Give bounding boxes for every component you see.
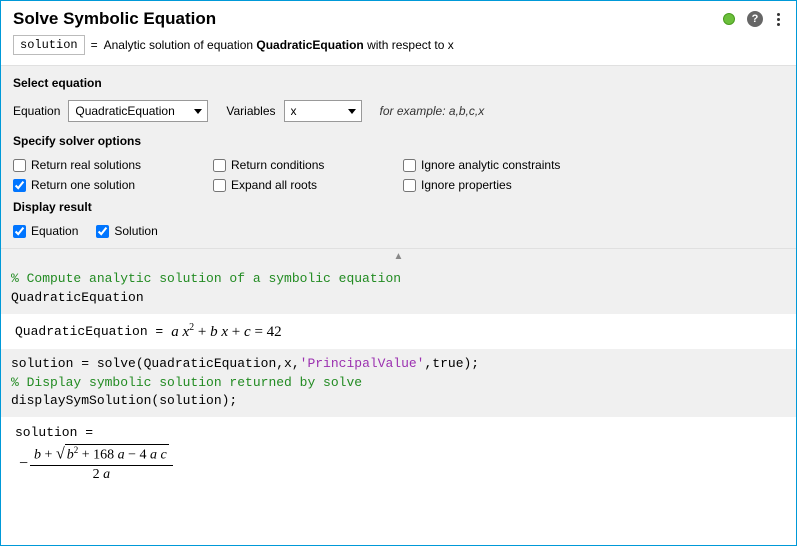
code-line-2b: ,true); [424,356,479,371]
equation-select-wrap: QuadraticEquation [68,100,208,122]
help-icon[interactable]: ? [747,11,763,27]
checkbox-return-one[interactable] [13,179,26,192]
checkbox-ignore-props[interactable] [403,179,416,192]
equals-sign: = [91,38,98,52]
check-ignore-props[interactable]: Ignore properties [403,178,633,192]
status-indicator-icon [723,13,735,25]
equation-field-label: Equation [13,104,60,118]
check-return-conditions[interactable]: Return conditions [213,158,403,172]
config-section: Select equation Equation QuadraticEquati… [1,65,796,249]
task-panel: Solve Symbolic Equation ? solution = Ana… [0,0,797,546]
checkbox-return-conditions[interactable] [213,159,226,172]
solution-output: solution = − b + √b2 + 168 a − 4 a c 2 a [1,417,796,491]
solver-options-grid: Return real solutions Return conditions … [13,158,784,192]
equation-output: QuadraticEquation = a x2 + b x + c = 42 [1,314,796,349]
result-description: Analytic solution of equation QuadraticE… [104,38,454,52]
more-menu-icon[interactable] [773,11,784,28]
checkbox-display-equation[interactable] [13,225,26,238]
minus-sign: − [19,455,28,473]
code-area: % Compute analytic solution of a symboli… [1,264,796,491]
check-expand-roots[interactable]: Expand all roots [213,178,403,192]
checkbox-ignore-analytic[interactable] [403,159,416,172]
display-result-row: Equation Solution [13,224,784,238]
code-line-2a: solution = solve(QuadraticEquation,x, [11,356,300,371]
code-comment-1: % Compute analytic solution of a symboli… [11,271,401,286]
solution-formula: − b + √b2 + 168 a − 4 a c 2 a [15,444,782,483]
solution-lhs: solution = [15,425,782,440]
code-line-1: QuadraticEquation [11,290,144,305]
check-display-equation[interactable]: Equation [13,224,78,238]
solution-numerator: b + √b2 + 168 a − 4 a c [30,444,173,466]
check-ignore-analytic[interactable]: Ignore analytic constraints [403,158,633,172]
check-display-solution[interactable]: Solution [96,224,157,238]
variables-select-wrap [284,100,362,122]
solver-options-label: Specify solver options [13,134,784,148]
eq-output-math: a x2 + b x + c = 42 [171,322,281,341]
variables-hint: for example: a,b,c,x [380,104,485,118]
collapse-toggle[interactable]: ▲ [1,249,796,264]
equation-select[interactable]: QuadraticEquation [68,100,208,122]
eq-output-lhs: QuadraticEquation = [15,324,163,339]
display-result-label: Display result [13,200,784,214]
solution-denominator: 2 a [30,466,173,483]
check-return-one[interactable]: Return one solution [13,178,213,192]
variables-field-label: Variables [226,104,275,118]
solution-fraction: b + √b2 + 168 a − 4 a c 2 a [30,444,173,483]
code-string-pv: 'PrincipalValue' [300,356,425,371]
select-equation-label: Select equation [13,76,784,90]
equation-row: Equation QuadraticEquation Variables for… [13,100,784,122]
checkbox-display-solution[interactable] [96,225,109,238]
checkbox-expand-roots[interactable] [213,179,226,192]
check-return-real[interactable]: Return real solutions [13,158,213,172]
output-variable-name: solution [13,35,85,55]
result-summary: solution = Analytic solution of equation… [1,35,796,65]
code-block-1: % Compute analytic solution of a symboli… [1,264,796,314]
variables-input[interactable] [284,100,362,122]
checkbox-return-real[interactable] [13,159,26,172]
panel-title: Solve Symbolic Equation [13,9,723,29]
equation-name-bold: QuadraticEquation [256,38,363,52]
code-line-3: displaySymSolution(solution); [11,393,237,408]
panel-header: Solve Symbolic Equation ? [1,1,796,35]
code-comment-2: % Display symbolic solution returned by … [11,375,362,390]
code-block-2: solution = solve(QuadraticEquation,x,'Pr… [1,349,796,418]
chevron-up-icon: ▲ [394,251,404,262]
